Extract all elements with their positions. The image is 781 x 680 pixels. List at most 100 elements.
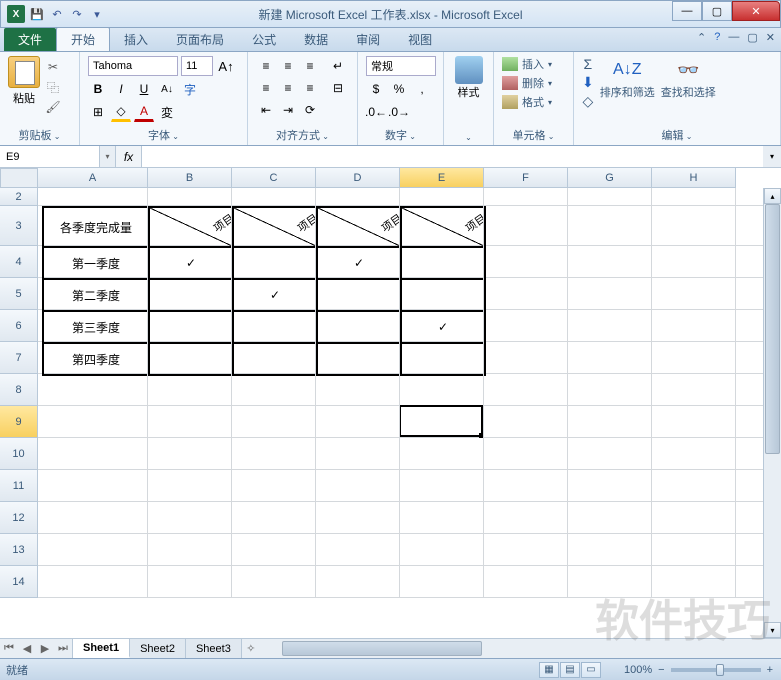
hscroll-thumb[interactable] — [282, 641, 482, 656]
row-header-11[interactable]: 11 — [0, 470, 38, 502]
ruby-icon[interactable]: 変 — [157, 102, 177, 122]
fx-button[interactable]: fx — [116, 146, 142, 167]
file-tab[interactable]: 文件 — [4, 28, 56, 51]
sheet-next-icon[interactable]: ▶ — [36, 639, 54, 658]
wrap-text-icon[interactable]: ↵ — [328, 56, 348, 76]
sheet-prev-icon[interactable]: ◀ — [18, 639, 36, 658]
page-break-view-icon[interactable]: ▭ — [581, 662, 601, 678]
sheet-last-icon[interactable]: ⏭ — [54, 639, 72, 658]
page-layout-view-icon[interactable]: ▤ — [560, 662, 580, 678]
align-right-icon[interactable]: ≡ — [300, 78, 320, 98]
undo-icon[interactable]: ↶ — [49, 6, 65, 22]
align-bottom-icon[interactable]: ≡ — [300, 56, 320, 76]
close-button[interactable]: ✕ — [732, 1, 780, 21]
tab-view[interactable]: 视图 — [394, 28, 446, 51]
zoom-level[interactable]: 100% — [624, 664, 652, 676]
tab-insert[interactable]: 插入 — [110, 28, 162, 51]
row-header-13[interactable]: 13 — [0, 534, 38, 566]
merge-icon[interactable]: ⊟ — [328, 78, 348, 98]
tab-review[interactable]: 审阅 — [342, 28, 394, 51]
copy-icon[interactable]: ⿻ — [44, 78, 62, 96]
row-header-9[interactable]: 9 — [0, 406, 38, 438]
minimize-button[interactable]: — — [672, 1, 702, 21]
format-cells-button[interactable]: 格式▾ — [502, 94, 565, 110]
find-select-button[interactable]: 👓 查找和选择 — [661, 56, 716, 110]
doc-minimize-icon[interactable]: — — [728, 31, 739, 44]
sheet-tab-sheet1[interactable]: Sheet1 — [73, 639, 130, 658]
delete-cells-button[interactable]: 删除▾ — [502, 75, 565, 91]
font-size-select[interactable] — [181, 56, 213, 76]
clear-icon[interactable]: ◇ — [582, 93, 593, 110]
scroll-up-icon[interactable]: ▴ — [764, 188, 781, 204]
row-header-10[interactable]: 10 — [0, 438, 38, 470]
zoom-in-icon[interactable]: + — [767, 664, 773, 676]
borders-icon[interactable]: ⊞ — [88, 102, 108, 122]
decrease-indent-icon[interactable]: ⇤ — [256, 100, 276, 120]
qat-dropdown-icon[interactable]: ▾ — [89, 6, 105, 22]
align-middle-icon[interactable]: ≡ — [278, 56, 298, 76]
name-box[interactable]: E9 — [0, 146, 100, 167]
normal-view-icon[interactable]: ▦ — [539, 662, 559, 678]
row-header-4[interactable]: 4 — [0, 246, 38, 278]
doc-restore-icon[interactable]: ▢ — [747, 31, 757, 44]
doc-close-icon[interactable]: ✕ — [766, 31, 775, 44]
tab-data[interactable]: 数据 — [290, 28, 342, 51]
column-header-B[interactable]: B — [148, 168, 232, 188]
name-box-dropdown-icon[interactable]: ▾ — [100, 146, 116, 167]
vertical-scrollbar[interactable]: ▴ ▾ — [763, 188, 781, 638]
redo-icon[interactable]: ↷ — [69, 6, 85, 22]
align-top-icon[interactable]: ≡ — [256, 56, 276, 76]
italic-button[interactable]: I — [111, 79, 131, 99]
column-header-D[interactable]: D — [316, 168, 400, 188]
zoom-slider[interactable] — [671, 668, 761, 672]
cut-icon[interactable]: ✂ — [44, 58, 62, 76]
increase-indent-icon[interactable]: ⇥ — [278, 100, 298, 120]
zoom-out-icon[interactable]: − — [658, 664, 664, 676]
column-header-E[interactable]: E — [400, 168, 484, 188]
font-color-icon[interactable]: A — [134, 102, 154, 122]
column-header-A[interactable]: A — [38, 168, 148, 188]
tab-formulas[interactable]: 公式 — [238, 28, 290, 51]
bold-button[interactable]: B — [88, 79, 108, 99]
column-header-F[interactable]: F — [484, 168, 568, 188]
comma-icon[interactable]: , — [412, 79, 432, 99]
currency-icon[interactable]: $ — [366, 79, 386, 99]
row-header-12[interactable]: 12 — [0, 502, 38, 534]
shrink-font-icon[interactable]: A↓ — [157, 79, 177, 99]
row-header-8[interactable]: 8 — [0, 374, 38, 406]
sort-filter-button[interactable]: A↓Z 排序和筛选 — [600, 56, 655, 110]
align-left-icon[interactable]: ≡ — [256, 78, 276, 98]
new-sheet-icon[interactable]: ✧ — [242, 639, 260, 658]
percent-icon[interactable]: % — [389, 79, 409, 99]
sheet-first-icon[interactable]: ⏮ — [0, 639, 18, 658]
scroll-thumb[interactable] — [765, 204, 780, 454]
autosum-icon[interactable]: Σ — [584, 56, 593, 72]
grow-font-icon[interactable]: A↑ — [216, 56, 236, 76]
cells-area[interactable]: 各季度完成量项目项目项目项目第一季度✓✓第二季度✓第三季度✓第四季度 — [38, 188, 781, 638]
format-painter-icon[interactable]: 🖌 — [44, 98, 62, 116]
help-icon[interactable]: ? — [714, 31, 720, 44]
column-header-G[interactable]: G — [568, 168, 652, 188]
column-header-C[interactable]: C — [232, 168, 316, 188]
zoom-thumb[interactable] — [716, 664, 724, 676]
orientation-icon[interactable]: ⟳ — [300, 100, 320, 120]
underline-button[interactable]: U — [134, 79, 154, 99]
fill-icon[interactable]: ⬇ — [582, 74, 594, 91]
select-all-corner[interactable] — [0, 168, 38, 188]
maximize-button[interactable]: ▢ — [702, 1, 732, 21]
row-header-6[interactable]: 6 — [0, 310, 38, 342]
sheet-tab-sheet2[interactable]: Sheet2 — [130, 639, 186, 658]
formula-bar-expand-icon[interactable]: ▾ — [763, 146, 781, 167]
column-header-H[interactable]: H — [652, 168, 736, 188]
number-format-select[interactable] — [366, 56, 436, 76]
formula-input[interactable] — [142, 146, 763, 167]
cell-styles-button[interactable]: 样式 — [452, 56, 485, 100]
minimize-ribbon-icon[interactable]: ⌃ — [697, 31, 706, 44]
row-header-14[interactable]: 14 — [0, 566, 38, 598]
insert-cells-button[interactable]: 插入▾ — [502, 56, 565, 72]
row-header-2[interactable]: 2 — [0, 188, 38, 206]
row-header-5[interactable]: 5 — [0, 278, 38, 310]
fill-color-icon[interactable]: ◇ — [111, 102, 131, 122]
increase-decimal-icon[interactable]: .0← — [366, 102, 386, 122]
phonetic-icon[interactable]: 字 — [180, 79, 200, 99]
